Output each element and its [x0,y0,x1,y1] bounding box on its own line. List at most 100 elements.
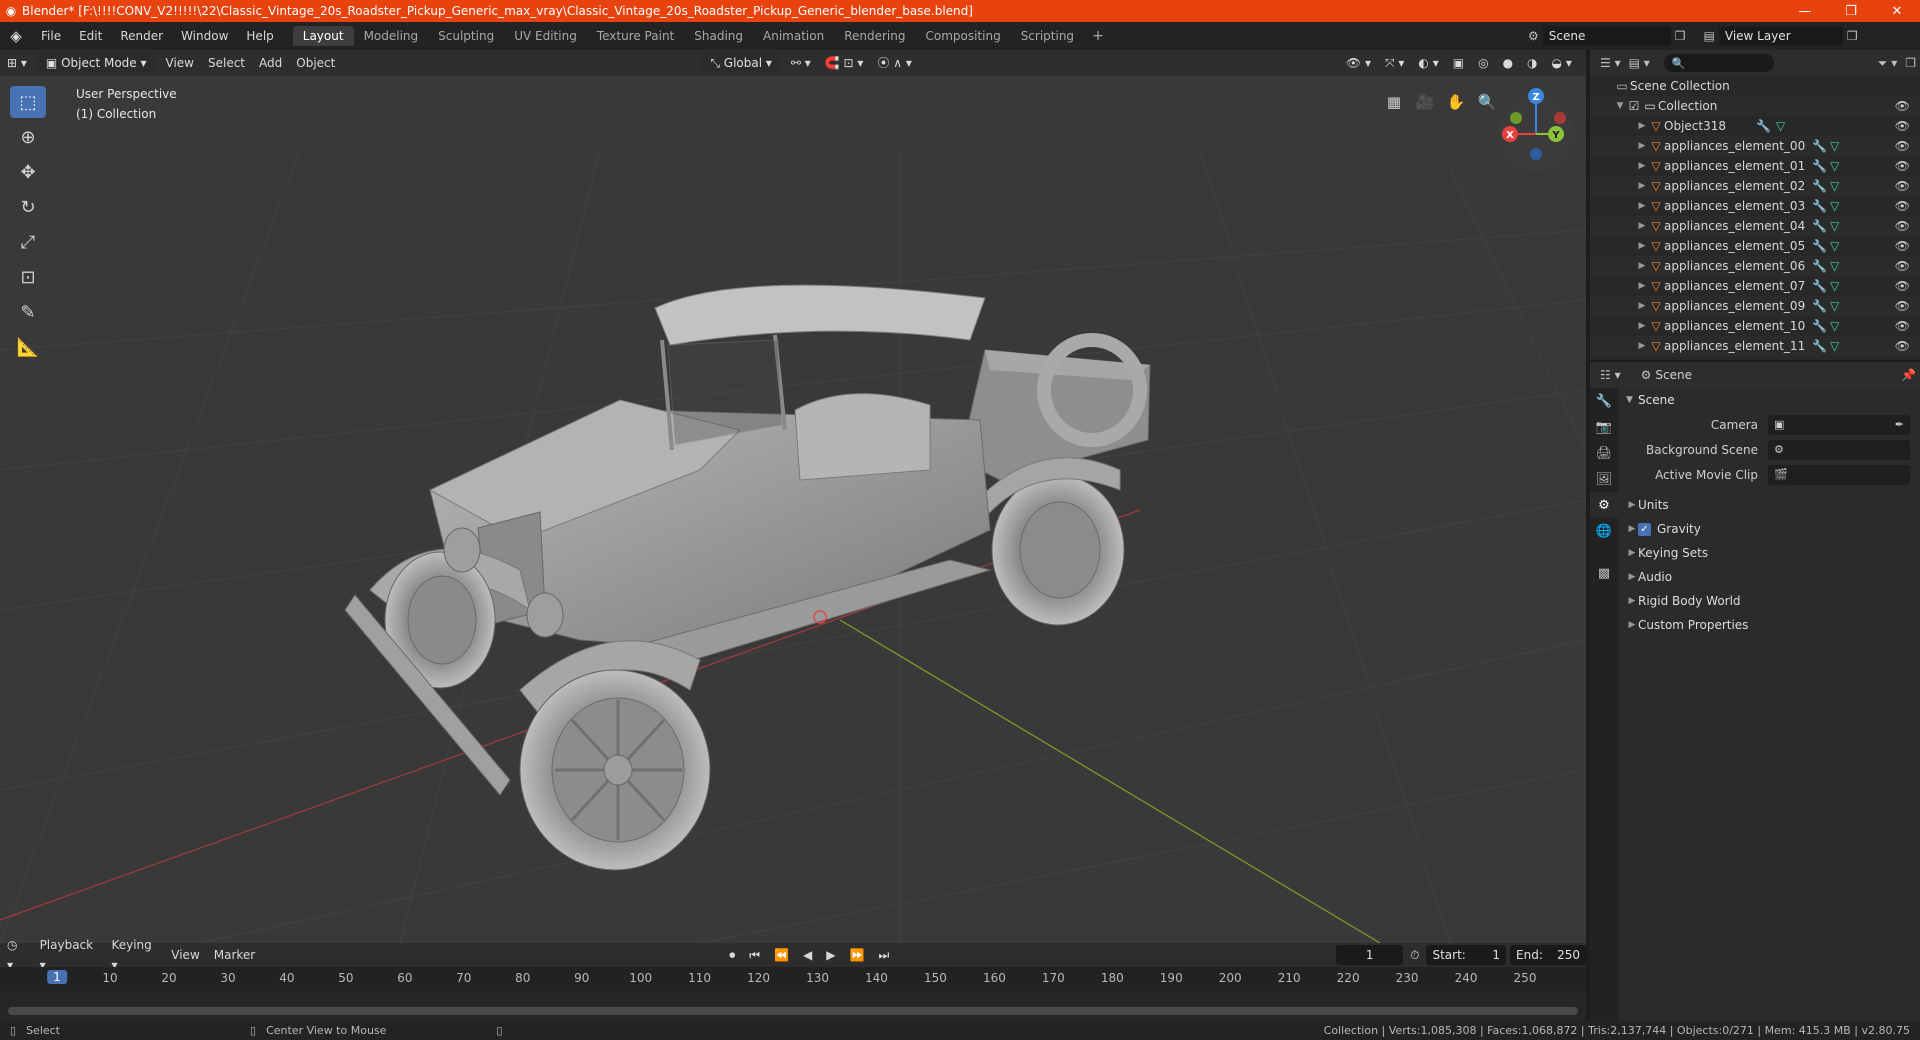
tab-uv-editing[interactable]: UV Editing [504,26,587,46]
mesh-data-icon[interactable]: ▽ [1830,199,1839,213]
grid-view-icon[interactable]: ▦ [1380,88,1408,116]
outliner-object-row[interactable]: ▶ ▽ appliances_element_07 🔧 ▽ 👁 [1590,276,1920,296]
menu-object[interactable]: Object [289,53,342,73]
mesh-data-icon[interactable]: ▽ [1830,179,1839,193]
viewport-canvas[interactable]: Z X Y [0,50,1586,943]
eye-icon[interactable]: 👁 [1895,319,1910,333]
expand-icon[interactable]: ▶ [1636,181,1648,191]
filter-icon[interactable]: ⏷ ▾ [1874,56,1901,71]
expand-icon[interactable]: ▶ [1636,281,1648,291]
start-frame-field[interactable]: Start: 1 [1426,945,1507,965]
camera-field[interactable]: ▣ ✒ [1768,414,1910,435]
expand-icon[interactable]: ▶ [1636,201,1648,211]
eye-icon[interactable]: 👁 [1895,219,1910,233]
shading-wireframe-icon[interactable]: ◎ [1471,53,1495,73]
scene-panel-header[interactable]: ▼ Scene [1618,388,1920,412]
eyedropper-icon[interactable]: ✒ [1895,418,1904,431]
tab-sculpting[interactable]: Sculpting [428,26,504,46]
expand-icon[interactable]: ▶ [1636,261,1648,271]
tab-shading[interactable]: Shading [684,26,753,46]
play-button[interactable]: ▶ [819,945,842,965]
record-button[interactable]: ⏺ [722,945,742,965]
annotate-tool-icon[interactable]: ✎ [10,296,46,328]
expand-icon[interactable]: ▶ [1636,321,1648,331]
jump-start-button[interactable]: ⏮ [742,945,767,965]
menu-view[interactable]: View [159,53,201,73]
menu-window[interactable]: Window [172,22,237,50]
proportional-edit-icon[interactable]: ⦿ ∧ ▾ [870,53,918,73]
outliner-object-row[interactable]: ▶ ▽ appliances_element_05 🔧 ▽ 👁 [1590,236,1920,256]
prev-keyframe-button[interactable]: ⏪ [767,945,796,965]
pin-icon[interactable]: 📌 [1897,368,1920,382]
expand-icon[interactable]: ▶ [1636,221,1648,231]
view-layer-tab-icon[interactable]: 🖼 [1590,466,1618,492]
mode-dropdown[interactable]: ▣ Object Mode ▾ [37,53,155,73]
marker-menu[interactable]: Marker [207,945,262,965]
gravity-checkbox[interactable]: ✓ [1638,522,1651,536]
xray-icon[interactable]: ▣ [1446,53,1471,73]
eye-icon[interactable]: 👁 [1895,179,1910,193]
modifier-wrench-icon[interactable]: 🔧 [1812,339,1827,353]
outliner-object-row[interactable]: ▶ ▽ appliances_element_06 🔧 ▽ 👁 [1590,256,1920,276]
modifier-wrench-icon[interactable]: 🔧 [1812,279,1827,293]
world-tab-icon[interactable]: 🌐 [1590,518,1618,544]
tab-layout[interactable]: Layout [292,26,354,46]
measure-tool-icon[interactable]: 📐 [10,331,46,363]
expand-icon[interactable]: ▶ [1636,341,1648,351]
outliner-object-row[interactable]: ▶ ▽ appliances_element_11 🔧 ▽ 👁 [1590,336,1920,356]
mesh-data-icon[interactable]: ▽ [1830,219,1839,233]
gizmo-toggle-icon[interactable]: ⤧ ▾ [1378,53,1411,73]
tab-compositing[interactable]: Compositing [915,26,1010,46]
eye-icon[interactable]: 👁 [1895,339,1910,353]
pivot-icon[interactable]: ⚯ ▾ [784,53,818,73]
modifier-wrench-icon[interactable]: 🔧 [1812,299,1827,313]
display-mode-icon[interactable]: ▤ ▾ [1625,56,1654,70]
timeline-scrollbar[interactable] [8,1007,1578,1015]
transform-tool-icon[interactable]: ⊡ [10,261,46,293]
scene-tab-icon[interactable]: ⚙ [1590,492,1618,518]
tab-rendering[interactable]: Rendering [834,26,915,46]
eye-icon[interactable]: 👁 [1895,199,1910,213]
play-reverse-button[interactable]: ◀ [796,945,819,965]
mesh-data-icon[interactable]: ▽ [1830,239,1839,253]
view-layer-field[interactable]: View Layer [1718,26,1843,46]
mesh-data-icon[interactable]: ▽ [1830,259,1839,273]
mesh-data-icon[interactable]: ▽ [1830,139,1839,153]
expand-icon[interactable]: ▶ [1636,141,1648,151]
camera-view-icon[interactable]: 🎥 [1411,88,1439,116]
shading-rendered-icon[interactable]: ◒ ▾ [1545,53,1579,73]
auto-keying-icon[interactable]: ⏱ [1403,945,1426,965]
expand-icon[interactable]: ▶ [1636,161,1648,171]
texture-tab-icon[interactable]: ▩ [1590,560,1618,586]
outliner-editor-type-icon[interactable]: ☰ ▾ [1596,56,1625,70]
eye-icon[interactable]: 👁 [1895,99,1910,113]
scale-tool-icon[interactable]: ⤢ [10,226,46,258]
timeline-ruler[interactable]: 1 10 20 30 40 50 60 70 80 90 100 110 120 130 140 150 16… [0,967,1586,991]
mesh-data-icon[interactable]: ▽ [1830,159,1839,173]
pan-hand-icon[interactable]: ✋ [1442,88,1470,116]
rotate-tool-icon[interactable]: ↻ [10,191,46,223]
collection-row[interactable]: ▼ ☑ ▭ Collection 👁 [1590,96,1920,116]
mesh-data-icon[interactable]: ▽ [1776,119,1785,133]
scene-field[interactable]: Scene [1542,26,1671,46]
eye-icon[interactable]: 👁 [1895,119,1910,133]
shading-material-icon[interactable]: ◑ [1520,53,1544,73]
custom-properties-panel[interactable]: ▶ Custom Properties [1618,613,1920,637]
new-view-layer-icon[interactable]: ❐ [1843,29,1862,43]
new-collection-icon[interactable]: ❐ [1901,56,1920,70]
menu-add[interactable]: Add [252,53,289,73]
modifier-wrench-icon[interactable]: 🔧 [1812,179,1827,193]
next-keyframe-button[interactable]: ⏩ [843,945,872,965]
outliner-object-row[interactable]: ▶ ▽ Object318 🔧 ▽ 👁 [1590,116,1920,136]
3d-viewport[interactable]: Z X Y ⊞ ▾ ▣ Object Mode ▾ View Select Ad… [0,50,1586,943]
modifier-wrench-icon[interactable]: 🔧 [1812,259,1827,273]
eye-icon[interactable]: 👁 [1895,259,1910,273]
tab-scripting[interactable]: Scripting [1011,26,1084,46]
background-scene-field[interactable]: ⚙ [1768,439,1910,460]
outliner-object-row[interactable]: ▶ ▽ appliances_element_00 🔧 ▽ 👁 [1590,136,1920,156]
active-movie-clip-field[interactable]: 🎬 [1768,464,1910,485]
properties-editor-type-icon[interactable]: ☷ ▾ [1596,368,1625,382]
current-frame-marker[interactable]: 1 [47,970,67,984]
eye-icon[interactable]: 👁 [1895,139,1910,153]
select-box-tool-icon[interactable]: ⬚ [10,86,46,118]
